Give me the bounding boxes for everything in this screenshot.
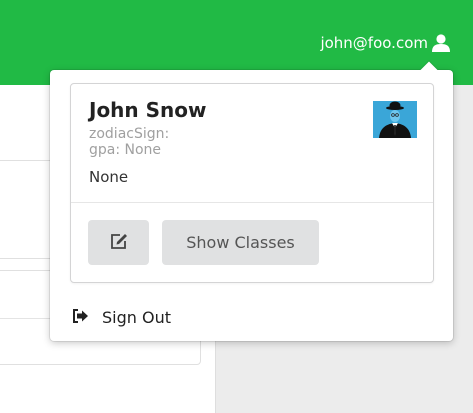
background-card [0, 160, 54, 259]
show-classes-button[interactable]: Show Classes [162, 220, 319, 265]
user-menu-trigger[interactable]: john@foo.com [320, 34, 451, 52]
user-icon [431, 34, 451, 52]
edit-icon [109, 232, 129, 254]
profile-card: John Snow zodiacSign: gpa: None None Sho… [70, 83, 434, 283]
card-divider [71, 202, 433, 203]
profile-name: John Snow [89, 98, 207, 122]
edit-profile-button[interactable] [88, 220, 149, 265]
sign-out-label: Sign Out [102, 308, 171, 327]
spy-avatar [373, 101, 417, 138]
sign-out-link[interactable]: Sign Out [72, 308, 171, 327]
profile-description: None [89, 168, 129, 186]
profile-gpa: gpa: None [89, 142, 162, 158]
profile-zodiac: zodiacSign: [89, 126, 170, 142]
user-email: john@foo.com [320, 34, 428, 52]
sign-out-icon [72, 308, 90, 327]
user-profile-popup: John Snow zodiacSign: gpa: None None Sho… [50, 61, 453, 341]
